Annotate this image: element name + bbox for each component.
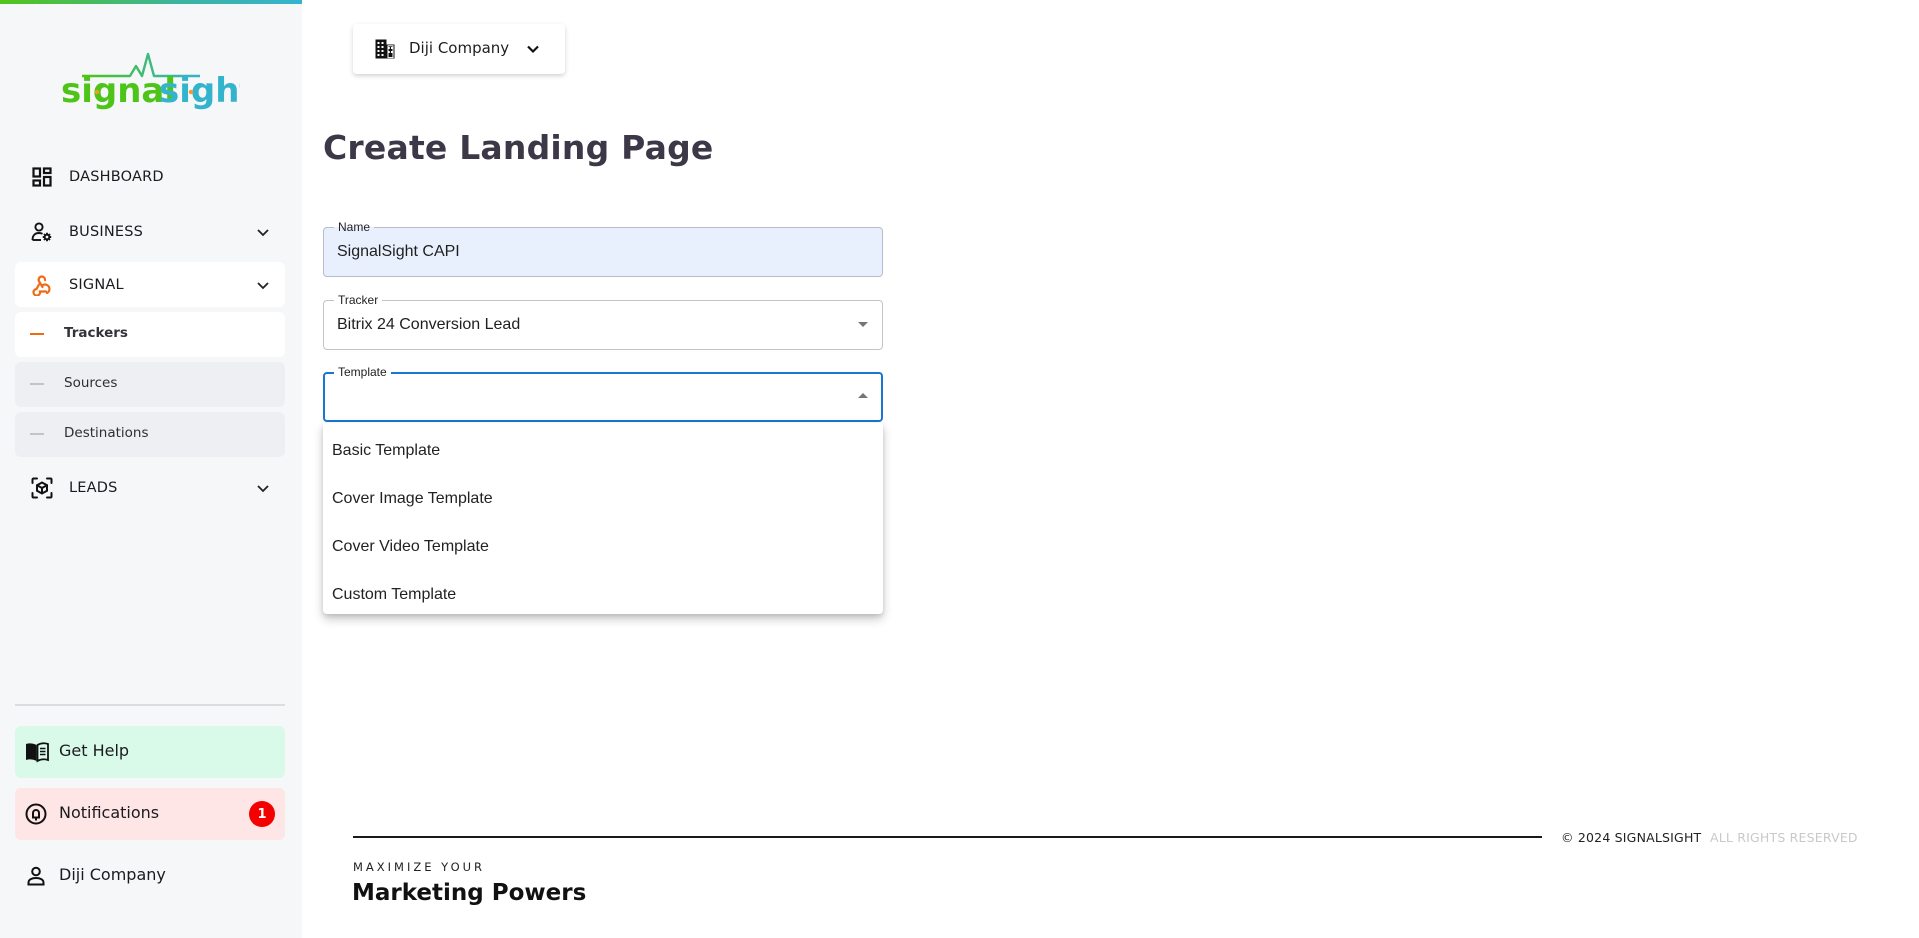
- template-option-basic[interactable]: Basic Template: [323, 427, 883, 475]
- footer-copyright: © 2024 SIGNALSIGHT: [1561, 830, 1702, 845]
- template-option-cover-image[interactable]: Cover Image Template: [323, 475, 883, 523]
- sidebar-divider: [15, 704, 285, 706]
- company-selector-label: Diji Company: [409, 39, 510, 57]
- name-field[interactable]: Name SignalSight CAPI: [323, 220, 883, 277]
- sidebar-item-label: BUSINESS: [69, 223, 144, 240]
- sidebar-subitem-label: Destinations: [64, 425, 149, 441]
- footer-tagline-small: MAXIMIZE YOUR: [353, 860, 486, 874]
- cube-scan-icon: [31, 477, 53, 499]
- chevron-down-icon: [257, 484, 269, 492]
- sidebar-item-signal[interactable]: SIGNAL: [15, 262, 285, 307]
- profile-button[interactable]: Diji Company: [15, 850, 285, 902]
- tracker-select-label: Tracker: [334, 293, 383, 307]
- book-icon: [25, 741, 49, 763]
- template-select-label: Template: [334, 365, 391, 379]
- building-icon: [375, 39, 395, 59]
- dash-indicator: [30, 383, 44, 385]
- company-selector[interactable]: Diji Company: [353, 24, 565, 74]
- footer-divider: [353, 836, 1542, 838]
- sidebar-subitem-trackers[interactable]: Trackers: [15, 312, 285, 357]
- template-options-menu: Basic Template Cover Image Template Cove…: [323, 423, 883, 614]
- dropdown-arrow-icon[interactable]: [858, 322, 868, 327]
- template-option-custom[interactable]: Custom Template: [323, 571, 883, 619]
- sidebar-item-label: DASHBOARD: [69, 168, 164, 185]
- user-gear-icon: [31, 221, 53, 243]
- sidebar-item-dashboard[interactable]: DASHBOARD: [15, 154, 285, 199]
- brand-accent-bar: [0, 0, 302, 4]
- get-help-button[interactable]: Get Help: [15, 726, 285, 778]
- signalsight-logo[interactable]: signal sight: [60, 50, 240, 114]
- chevron-down-icon: [527, 45, 539, 54]
- notification-count-badge: 1: [249, 801, 275, 827]
- chevron-down-icon: [257, 281, 269, 289]
- webhook-icon: [31, 274, 53, 296]
- name-field-label: Name: [334, 220, 375, 234]
- tracker-select[interactable]: Tracker Bitrix 24 Conversion Lead: [323, 293, 883, 350]
- sidebar-subitem-sources[interactable]: Sources: [15, 362, 285, 407]
- sidebar-item-business[interactable]: BUSINESS: [15, 209, 285, 254]
- notifications-label: Notifications: [59, 803, 160, 822]
- chevron-down-icon: [257, 228, 269, 236]
- dropdown-arrow-up-icon[interactable]: [858, 393, 868, 398]
- dashboard-icon: [31, 166, 53, 188]
- user-icon: [25, 865, 47, 887]
- profile-label: Diji Company: [59, 865, 166, 884]
- sidebar-item-leads[interactable]: LEADS: [15, 465, 285, 510]
- dash-indicator: [30, 433, 44, 435]
- template-option-cover-video[interactable]: Cover Video Template: [323, 523, 883, 571]
- page-title: Create Landing Page: [323, 128, 714, 167]
- sidebar-subitem-destinations[interactable]: Destinations: [15, 412, 285, 457]
- footer-rights: ALL RIGHTS RESERVED: [1710, 830, 1858, 845]
- sidebar-subitem-label: Sources: [64, 375, 118, 391]
- sidebar-item-label: SIGNAL: [69, 276, 124, 293]
- sidebar-item-label: LEADS: [69, 479, 118, 496]
- active-indicator: [30, 333, 44, 335]
- template-select[interactable]: Template: [323, 365, 883, 422]
- bell-icon: [25, 803, 47, 825]
- footer-tagline-big: Marketing Powers: [352, 880, 587, 906]
- sidebar: signal sight DASHBOARD BUSINESS: [0, 0, 302, 938]
- get-help-label: Get Help: [59, 741, 130, 760]
- tracker-select-value: Bitrix 24 Conversion Lead: [337, 316, 521, 333]
- sidebar-subitem-label: Trackers: [64, 325, 128, 341]
- name-field-value[interactable]: SignalSight CAPI: [337, 243, 460, 261]
- logo-text-sight: sight: [159, 71, 240, 111]
- notifications-button[interactable]: Notifications 1: [15, 788, 285, 840]
